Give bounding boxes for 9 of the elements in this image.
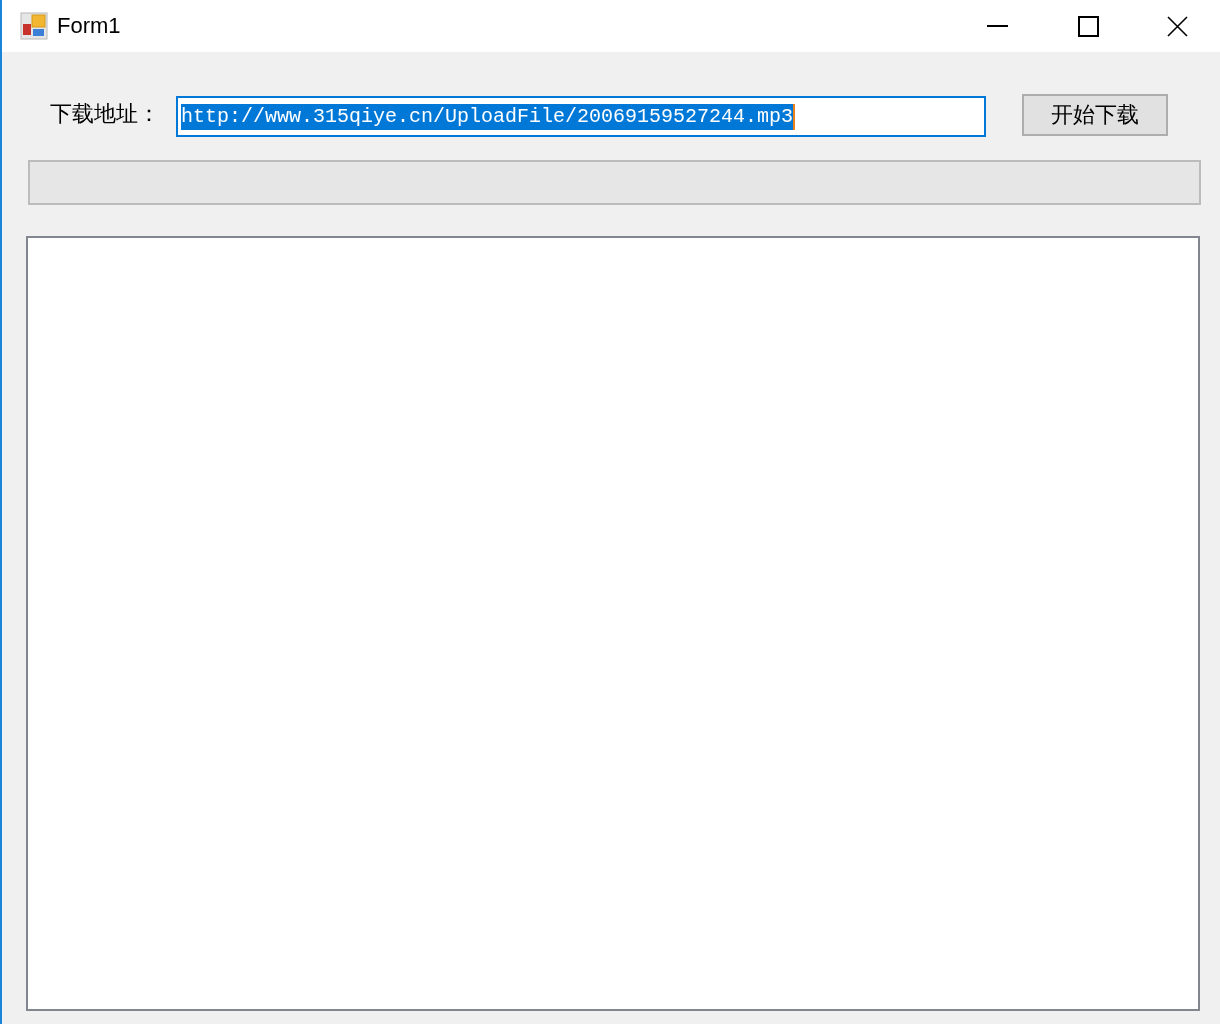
window-title: Form1 bbox=[57, 15, 121, 37]
close-icon bbox=[1166, 15, 1188, 37]
app-icon bbox=[20, 12, 48, 40]
url-field[interactable]: http://www.315qiye.cn/UploadFile/20069159527244.mp3 bbox=[176, 96, 986, 137]
download-button[interactable]: 开始下载 bbox=[1022, 94, 1168, 136]
maximize-icon bbox=[1078, 15, 1099, 37]
url-label: 下载地址： bbox=[50, 100, 161, 128]
text-cursor bbox=[793, 103, 796, 130]
minimize-icon bbox=[987, 25, 1008, 27]
